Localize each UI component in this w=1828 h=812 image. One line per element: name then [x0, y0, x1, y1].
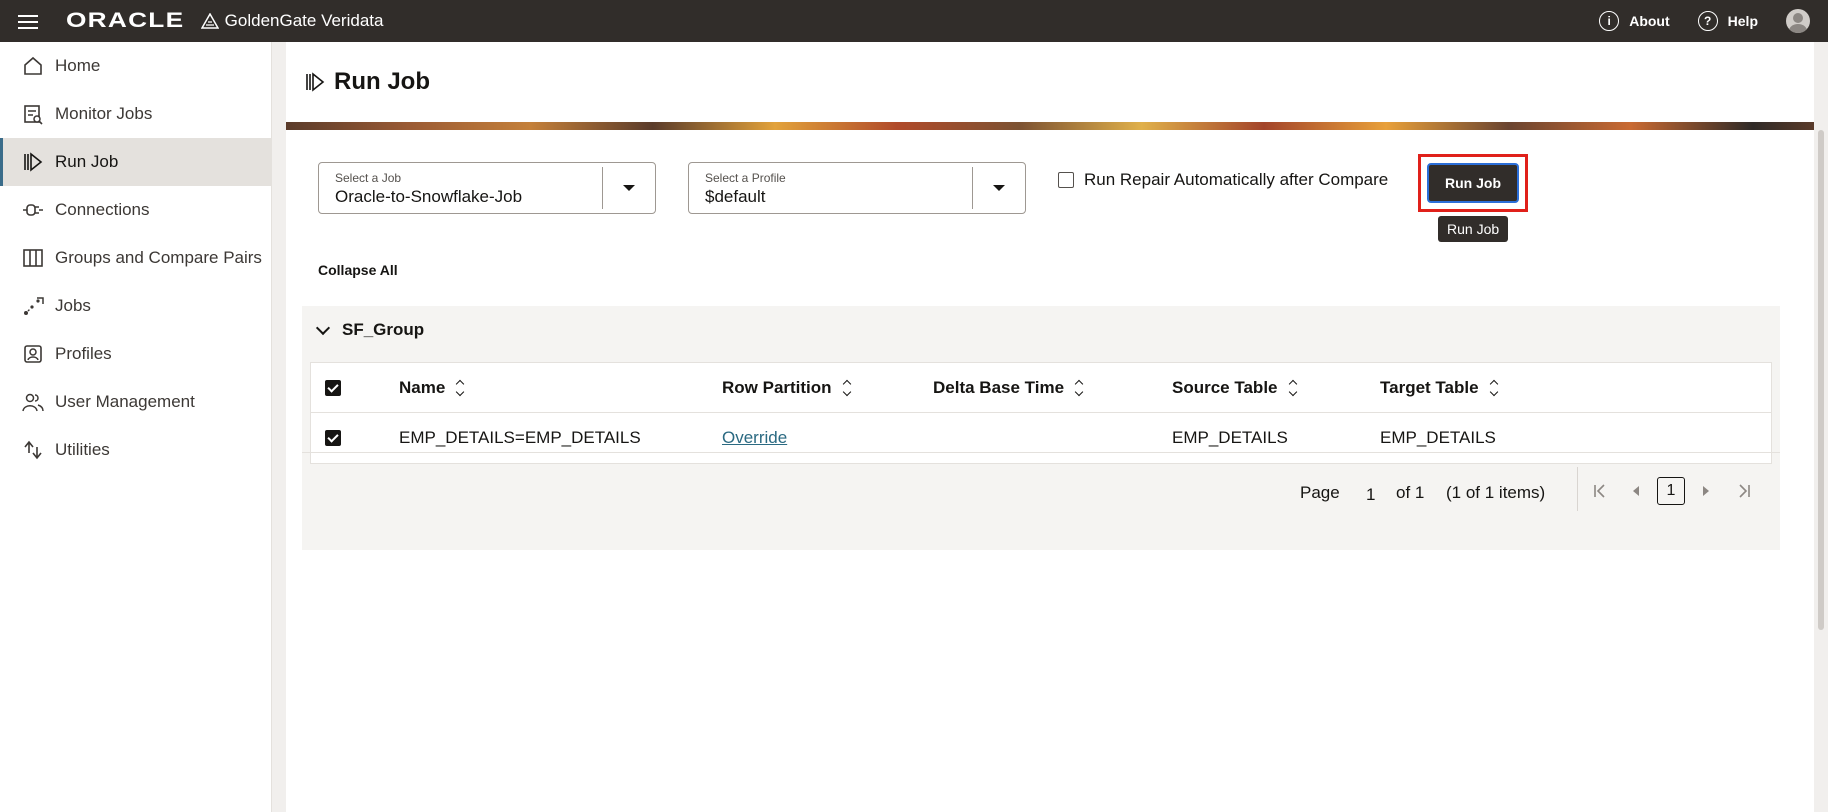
column-header-label: Target Table: [1380, 378, 1479, 397]
sort-icon[interactable]: [842, 379, 851, 397]
page-label: Page: [1300, 483, 1340, 502]
column-header-source-table[interactable]: Source Table: [1172, 363, 1297, 413]
sidebar-item-label: Connections: [55, 200, 150, 219]
sort-icon[interactable]: [1288, 379, 1297, 397]
sidebar-item-label: Run Job: [55, 152, 119, 171]
chevron-down-icon[interactable]: [993, 185, 1005, 191]
sort-icon[interactable]: [456, 379, 465, 397]
sidebar-item-monitor-jobs[interactable]: Monitor Jobs: [0, 90, 271, 138]
hamburger-menu-icon[interactable]: [18, 12, 38, 30]
run-job-icon: [22, 151, 44, 173]
profile-icon: [22, 343, 44, 365]
run-repair-label: Run Repair Automatically after Compare: [1084, 170, 1389, 189]
run-repair-option[interactable]: Run Repair Automatically after Compare: [1058, 170, 1388, 190]
column-header-label: Name: [399, 378, 446, 397]
brand: ORACLE GoldenGate Veridata: [66, 0, 383, 42]
sidebar-item-label: Profiles: [55, 344, 112, 363]
current-page-button[interactable]: 1: [1657, 477, 1685, 505]
select-divider: [602, 167, 603, 209]
group-name: SF_Group: [342, 320, 425, 339]
column-header-target-table[interactable]: Target Table: [1380, 363, 1498, 413]
job-select-value: Oracle-to-Snowflake-Job: [335, 187, 523, 206]
sidebar-item-label: Jobs: [55, 296, 91, 315]
scrollbar[interactable]: [1818, 130, 1824, 630]
about-link[interactable]: i About: [1599, 11, 1670, 31]
product-name: GoldenGate Veridata: [224, 11, 384, 30]
about-label: About: [1629, 13, 1670, 29]
compare-pairs-table: Name Row Partition Delta Base Time Sourc…: [310, 362, 1772, 464]
sidebar: Home Monitor Jobs Run Job Connections Gr…: [0, 42, 272, 812]
next-page-icon[interactable]: [1694, 479, 1718, 503]
column-header-label: Source Table: [1172, 378, 1278, 397]
sidebar-item-label: User Management: [55, 392, 195, 411]
sidebar-item-groups[interactable]: Groups and Compare Pairs: [0, 234, 271, 282]
top-bar: ORACLE GoldenGate Veridata i About ? Hel…: [0, 0, 1828, 42]
run-job-button[interactable]: Run Job: [1427, 163, 1519, 203]
run-job-icon: [306, 72, 325, 92]
sidebar-item-connections[interactable]: Connections: [0, 186, 271, 234]
help-label: Help: [1727, 13, 1758, 29]
sort-icon[interactable]: [1074, 379, 1084, 397]
home-icon: [22, 55, 44, 77]
column-header-row-partition[interactable]: Row Partition: [722, 363, 851, 413]
help-link[interactable]: ? Help: [1697, 11, 1758, 31]
page-header: Run Job: [286, 42, 1814, 122]
run-repair-checkbox[interactable]: [1058, 172, 1074, 188]
help-icon: ?: [1697, 11, 1718, 31]
decorative-banner: [286, 122, 1814, 130]
columns-icon: [22, 247, 44, 269]
plug-icon: [22, 199, 44, 221]
collapse-all-button[interactable]: Collapse All: [318, 262, 398, 278]
column-header-label: Delta Base Time: [933, 378, 1065, 397]
monitor-icon: [22, 103, 44, 125]
select-all-checkbox[interactable]: [325, 380, 341, 396]
sort-icon[interactable]: [1489, 379, 1498, 397]
sidebar-item-label: Utilities: [55, 440, 110, 459]
chevron-down-icon[interactable]: [315, 320, 331, 336]
items-count: (1 of 1 items): [1446, 483, 1546, 502]
page-input[interactable]: 1: [1366, 485, 1375, 505]
last-page-icon[interactable]: [1732, 479, 1756, 503]
pager-divider: [1577, 467, 1578, 511]
jobs-icon: [22, 295, 44, 317]
group-header[interactable]: SF_Group: [315, 320, 425, 340]
sidebar-item-utilities[interactable]: Utilities: [0, 426, 271, 474]
sidebar-item-label: Groups and Compare Pairs: [55, 248, 262, 267]
sidebar-item-user-management[interactable]: User Management: [0, 378, 271, 426]
utilities-icon: [22, 439, 44, 461]
profile-select[interactable]: Select a Profile $default: [688, 162, 1026, 214]
sidebar-item-profiles[interactable]: Profiles: [0, 330, 271, 378]
column-header-delta-base-time[interactable]: Delta Base Time: [933, 363, 1084, 413]
job-select[interactable]: Select a Job Oracle-to-Snowflake-Job: [318, 162, 656, 214]
select-divider: [972, 167, 973, 209]
page-of-label: of 1: [1396, 483, 1425, 502]
group-panel: SF_Group Name Row Partition Delta Base T…: [302, 306, 1780, 550]
table-header-row: Name Row Partition Delta Base Time Sourc…: [311, 363, 1771, 413]
sidebar-item-label: Monitor Jobs: [55, 104, 153, 123]
chevron-down-icon[interactable]: [623, 185, 635, 191]
select-all-cell: [325, 363, 341, 413]
info-icon: i: [1599, 11, 1620, 31]
first-page-icon[interactable]: [1588, 479, 1612, 503]
column-header-label: Row Partition: [722, 378, 832, 397]
main-content: Run Job Select a Job Oracle-to-Snowflake…: [286, 42, 1814, 812]
page-title: Run Job: [334, 68, 430, 95]
pagination: Page 1 of 1 (1 of 1 items) 1: [302, 452, 1780, 530]
run-job-tooltip: Run Job: [1438, 216, 1509, 242]
profile-select-label: Select a Profile: [705, 171, 786, 185]
avatar[interactable]: [1786, 9, 1810, 33]
row-checkbox[interactable]: [325, 430, 341, 446]
column-header-name[interactable]: Name: [399, 363, 465, 413]
oracle-logo: ORACLE: [66, 9, 185, 32]
job-select-label: Select a Job: [335, 171, 402, 185]
run-job-form: Select a Job Oracle-to-Snowflake-Job Sel…: [286, 130, 1790, 800]
users-icon: [22, 391, 44, 413]
previous-page-icon[interactable]: [1624, 479, 1648, 503]
sidebar-item-run-job[interactable]: Run Job: [0, 138, 271, 186]
profile-select-value: $default: [705, 187, 766, 206]
sidebar-item-jobs[interactable]: Jobs: [0, 282, 271, 330]
veridata-logo-icon: [200, 13, 219, 29]
sidebar-item-label: Home: [55, 56, 101, 75]
sidebar-item-home[interactable]: Home: [0, 42, 271, 90]
